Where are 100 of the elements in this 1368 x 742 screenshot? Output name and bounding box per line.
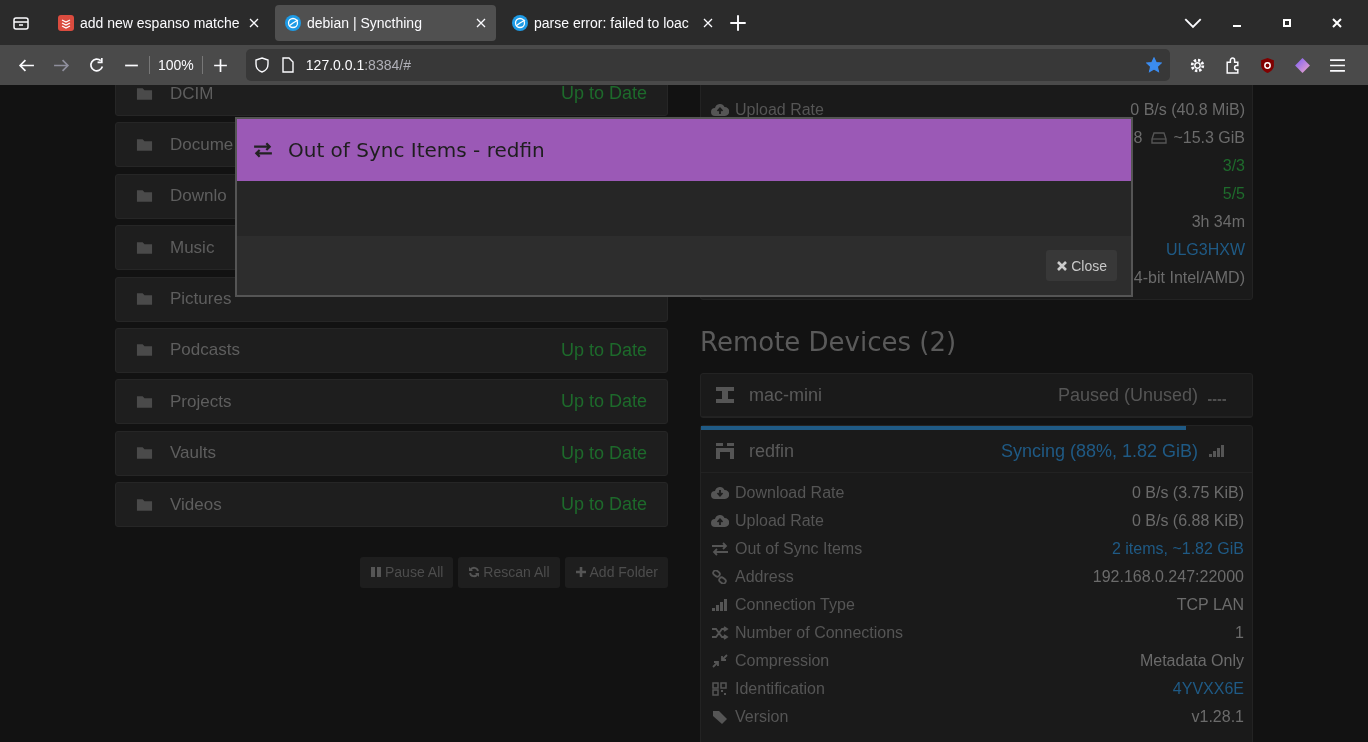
diamond-icon[interactable] <box>1293 56 1311 74</box>
stat-value: v1.28.1 <box>1191 708 1244 726</box>
stat-value: ~15.3 GiB <box>1173 129 1245 147</box>
folder-row[interactable]: Projects Up to Date <box>115 379 668 425</box>
stat-value: 192.168.0.247:22000 <box>1092 568 1244 586</box>
folder-name: Projects <box>170 391 232 412</box>
folder-status: Up to Date <box>560 494 647 516</box>
stat-label: Out of Sync Items <box>735 540 863 558</box>
drive-icon <box>1151 132 1168 144</box>
tag-icon <box>711 710 729 724</box>
folder-name: Vaults <box>170 443 216 464</box>
arrows-icon <box>711 542 729 556</box>
stat-label: Number of Connections <box>735 624 904 642</box>
folder-icon <box>136 292 153 307</box>
stat-value: 3/3 <box>1222 157 1245 175</box>
device-icon <box>715 386 735 404</box>
close-icon[interactable] <box>703 17 713 28</box>
stat-value: 5/5 <box>1222 185 1245 203</box>
device-header[interactable]: redfin Syncing (88%, 1.82 GiB) <box>701 430 1252 473</box>
list-logo-icon <box>58 14 74 31</box>
zoom-level[interactable]: 100% <box>150 57 202 73</box>
stat-label: Compression <box>735 652 830 670</box>
shuffle-icon <box>711 626 729 640</box>
signal-icon <box>1208 444 1226 458</box>
device-icon <box>715 442 735 460</box>
folder-row[interactable]: DCIM Up to Date <box>115 85 668 116</box>
address-bar[interactable]: 127.0.0.1:8384/# <box>245 49 1170 81</box>
modal-title: Out of Sync Items - redfin <box>288 138 545 162</box>
stat-value: ULG3HXW <box>1165 241 1245 259</box>
pause-icon <box>370 566 382 578</box>
folder-name: DCIM <box>170 85 214 104</box>
device-name: mac-mini <box>749 384 822 406</box>
stat-value: 4YVXX6E <box>1172 680 1244 698</box>
puzzle-icon[interactable] <box>1223 56 1241 74</box>
browser-tab[interactable]: debian | Syncthing <box>275 4 496 41</box>
menu-icon[interactable] <box>1328 56 1346 74</box>
refresh-icon <box>468 566 481 578</box>
device-header[interactable]: mac-mini Paused (Unused) <box>701 374 1252 417</box>
star-icon[interactable] <box>1145 57 1162 73</box>
stat-value: Metadata Only <box>1139 652 1244 670</box>
tab-title: debian | Syncthing <box>307 14 423 31</box>
folder-status: Up to Date <box>560 85 647 104</box>
shield-extension-icon[interactable] <box>1258 56 1276 74</box>
folder-icon <box>136 446 153 461</box>
sync-logo-icon <box>285 14 301 31</box>
stat-value: 0 B/s (40.8 MiB) <box>1130 101 1245 119</box>
compress-icon <box>711 654 729 668</box>
stat-label: Download Rate <box>735 484 845 502</box>
folder-status: Up to Date <box>560 391 647 413</box>
signal-icon <box>711 598 729 612</box>
stat-label: Upload Rate <box>735 512 824 530</box>
browser-tab[interactable]: add new espanso matche <box>48 4 269 41</box>
stat-label: Identification <box>735 680 825 698</box>
section-heading: Remote Devices (2) <box>700 326 958 359</box>
reload-icon[interactable] <box>88 56 105 74</box>
folder-row[interactable]: Vaults Up to Date <box>115 430 668 476</box>
zoom-in-icon[interactable] <box>211 56 229 74</box>
close-icon[interactable] <box>249 17 259 28</box>
close-button[interactable]: Close <box>1046 250 1117 281</box>
folder-icon <box>136 240 153 255</box>
folder-name: Docume <box>170 134 234 155</box>
folder-row[interactable]: Podcasts Up to Date <box>115 327 668 373</box>
folder-status: Up to Date <box>560 442 647 464</box>
folder-icon <box>136 394 153 409</box>
shield-icon <box>253 57 270 73</box>
stat-label: Address <box>735 568 794 586</box>
stat-label: Version <box>735 708 789 726</box>
folder-row[interactable]: Videos Up to Date <box>115 482 668 528</box>
folder-name: Videos <box>170 494 222 515</box>
folder-status: Up to Date <box>560 339 647 361</box>
stat-value: 0 B/s (6.88 KiB) <box>1131 512 1244 530</box>
tab-title: parse error: failed to loac <box>534 14 690 31</box>
stat-label: Connection Type <box>735 596 855 614</box>
settings-icon[interactable] <box>1188 56 1206 74</box>
close-icon[interactable] <box>1332 17 1342 28</box>
stat-value: TCP LAN <box>1176 596 1244 614</box>
device-status: Syncing (88%, 1.82 GiB) <box>1000 440 1198 462</box>
stat-value: 1 <box>1235 624 1244 642</box>
folder-name: Pictures <box>170 289 232 310</box>
folder-icon <box>136 189 153 204</box>
url-text: 127.0.0.1:8384/# <box>305 57 411 73</box>
link-icon <box>711 570 729 584</box>
folder-name: Downlo <box>170 186 227 207</box>
plus-icon <box>574 566 587 578</box>
browser-tab[interactable]: parse error: failed to loac <box>502 4 723 41</box>
folder-icon <box>136 497 153 512</box>
folder-icon <box>136 137 153 152</box>
stat-value: 8 <box>1133 129 1143 147</box>
new-tab-icon[interactable] <box>729 13 747 32</box>
close-icon <box>1056 259 1069 272</box>
maximize-icon[interactable] <box>1282 17 1292 28</box>
folder-name: Podcasts <box>170 340 240 361</box>
close-icon[interactable] <box>476 17 486 28</box>
cloud-upload-icon <box>711 514 729 528</box>
sync-logo-icon <box>512 14 528 31</box>
cloud-download-icon <box>711 486 729 500</box>
device-status: Paused (Unused) <box>1057 384 1198 406</box>
stat-label: Upload Rate <box>735 101 824 119</box>
qr-code-icon <box>711 682 729 696</box>
stat-value: 3h 34m <box>1191 213 1245 231</box>
